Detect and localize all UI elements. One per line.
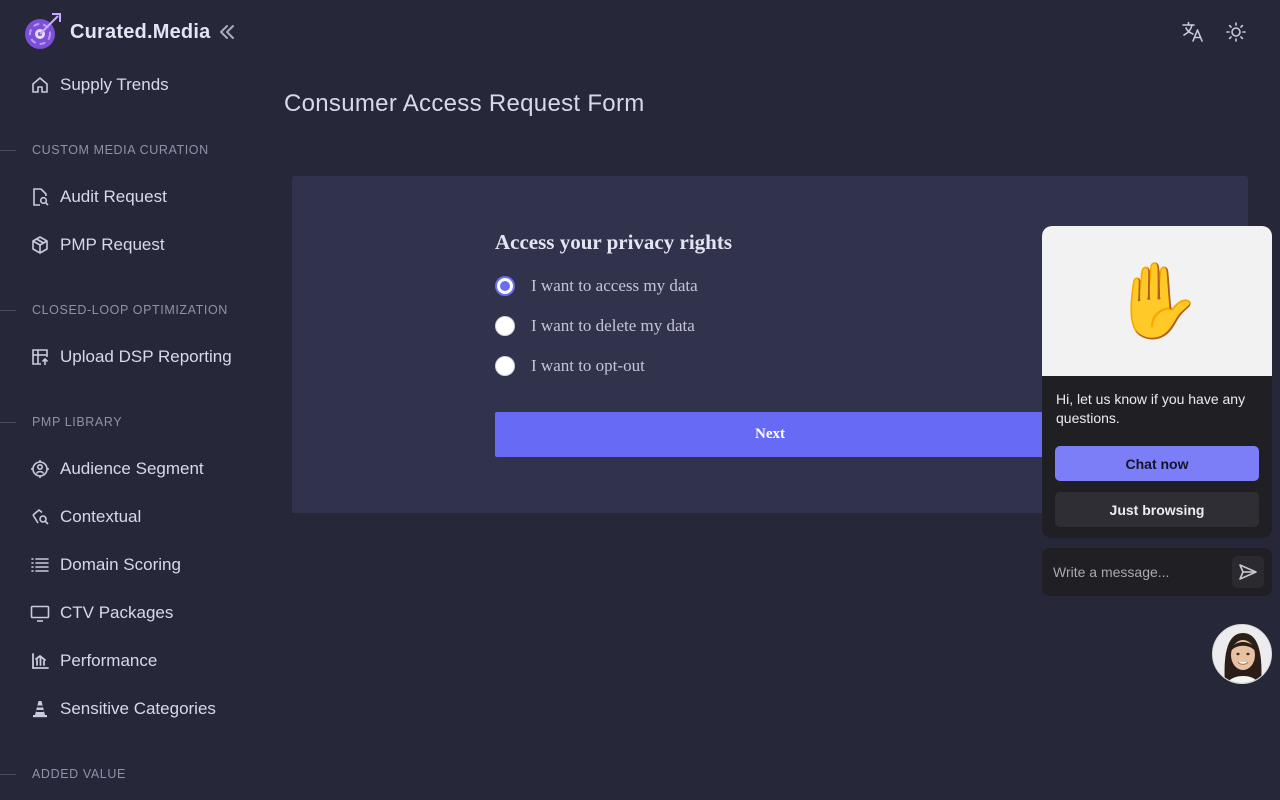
traffic-cone-icon — [28, 697, 52, 721]
section-added-value: ADDED VALUE — [0, 766, 126, 782]
home-icon — [28, 73, 52, 97]
logo-icon — [22, 12, 62, 52]
sidebar-item-label: CTV Packages — [60, 603, 174, 622]
sidebar-item-ctv-packages[interactable]: CTV Packages — [28, 599, 173, 627]
sidebar: Curated.Media Supply Trends CUSTOM MEDIA… — [0, 0, 262, 800]
sidebar-item-supply-trends[interactable]: Supply Trends — [28, 71, 169, 99]
divider — [0, 309, 16, 311]
divider — [0, 421, 16, 423]
sidebar-item-label: Supply Trends — [60, 75, 169, 94]
send-icon[interactable] — [1232, 556, 1264, 588]
next-button[interactable]: Next — [495, 412, 1045, 457]
chat-widget: ✋ Hi, let us know if you have any questi… — [1042, 226, 1272, 538]
section-closed-loop-optimization: CLOSED-LOOP OPTIMIZATION — [0, 302, 228, 318]
section-custom-media-curation: CUSTOM MEDIA CURATION — [0, 142, 209, 158]
logo-row: Curated.Media — [22, 12, 236, 52]
sidebar-item-label: Performance — [60, 651, 158, 670]
chat-message-input[interactable] — [1053, 562, 1223, 582]
sun-icon[interactable] — [1224, 20, 1248, 44]
sidebar-item-sensitive-categories[interactable]: Sensitive Categories — [28, 695, 216, 723]
package-icon — [28, 233, 52, 257]
contextual-search-icon — [28, 505, 52, 529]
sidebar-item-domain-scoring[interactable]: Domain Scoring — [28, 551, 181, 579]
just-browsing-button[interactable]: Just browsing — [1055, 492, 1259, 527]
radio-label: I want to delete my data — [531, 316, 695, 335]
divider — [0, 773, 16, 775]
tv-icon — [28, 601, 52, 625]
section-pmp-library: PMP LIBRARY — [0, 414, 122, 430]
page-title: Consumer Access Request Form — [284, 90, 645, 117]
waving-hand-icon: ✋ — [1110, 259, 1204, 342]
translate-icon[interactable] — [1181, 20, 1205, 44]
sidebar-item-upload-dsp-reporting[interactable]: Upload DSP Reporting — [28, 343, 232, 371]
radio-option-opt-out[interactable]: I want to opt-out — [495, 355, 645, 377]
sidebar-item-audit-request[interactable]: Audit Request — [28, 183, 167, 211]
sidebar-item-performance[interactable]: Performance — [28, 647, 157, 675]
chat-now-button[interactable]: Chat now — [1055, 446, 1259, 481]
sidebar-item-audience-segment[interactable]: Audience Segment — [28, 455, 204, 483]
sidebar-item-label: Audit Request — [60, 187, 167, 206]
chat-input-bar — [1042, 548, 1272, 596]
radio-button[interactable] — [495, 316, 515, 336]
sidebar-item-pmp-request[interactable]: PMP Request — [28, 231, 165, 259]
radio-button[interactable] — [495, 276, 515, 296]
sidebar-item-label: PMP Request — [60, 235, 165, 254]
section-title: PMP LIBRARY — [32, 415, 123, 429]
radio-option-access[interactable]: I want to access my data — [495, 275, 698, 297]
section-title: CUSTOM MEDIA CURATION — [32, 143, 209, 157]
document-search-icon — [28, 185, 52, 209]
form-heading: Access your privacy rights — [495, 230, 732, 254]
collapse-sidebar-icon[interactable] — [218, 23, 236, 41]
sidebar-item-label: Sensitive Categories — [60, 699, 216, 718]
divider — [0, 149, 16, 151]
sidebar-item-contextual[interactable]: Contextual — [28, 503, 141, 531]
chat-hero: ✋ — [1042, 226, 1272, 376]
app-name: Curated.Media — [70, 20, 211, 43]
agent-avatar[interactable] — [1212, 624, 1272, 684]
section-title: CLOSED-LOOP OPTIMIZATION — [32, 303, 228, 317]
next-button-label: Next — [755, 426, 785, 442]
sidebar-item-label: Domain Scoring — [60, 555, 181, 574]
radio-label: I want to opt-out — [531, 356, 645, 375]
chat-message: Hi, let us know if you have any question… — [1056, 391, 1246, 426]
sidebar-item-label: Audience Segment — [60, 459, 204, 478]
target-user-icon — [28, 457, 52, 481]
radio-option-delete[interactable]: I want to delete my data — [495, 315, 695, 337]
sidebar-item-label: Contextual — [60, 507, 142, 526]
bar-chart-icon — [28, 649, 52, 673]
table-upload-icon — [28, 345, 52, 369]
list-icon — [28, 553, 52, 577]
radio-button[interactable] — [495, 356, 515, 376]
sidebar-item-label: Upload DSP Reporting — [60, 347, 232, 366]
section-title: ADDED VALUE — [32, 767, 126, 781]
radio-label: I want to access my data — [531, 276, 698, 295]
